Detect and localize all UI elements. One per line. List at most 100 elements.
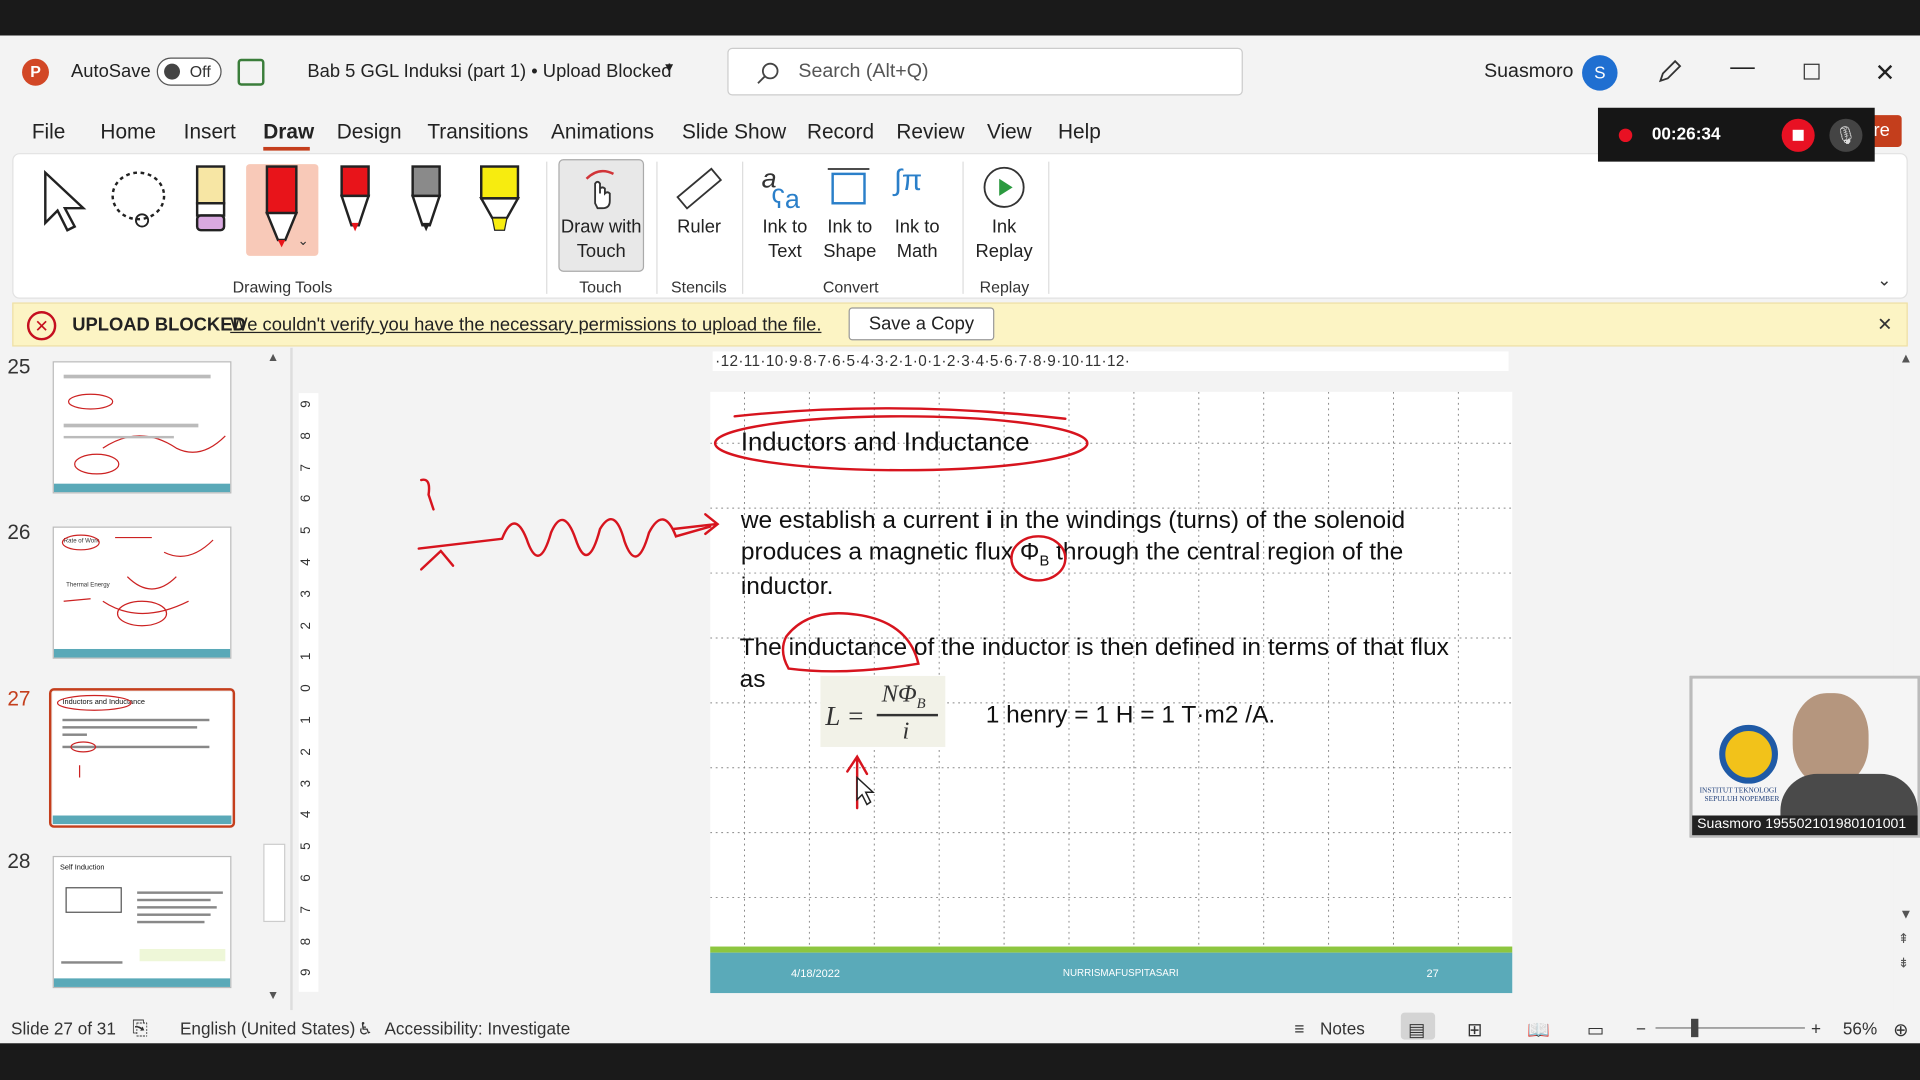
spell-check-icon[interactable]: ⎘ — [132, 1019, 148, 1041]
slide-number-26: 26 — [7, 520, 31, 544]
slide-thumbnail-26[interactable]: Rate of Work Thermal Energy — [52, 526, 232, 659]
ribbon-collapse-chevron-icon[interactable]: ⌄ — [1877, 269, 1891, 290]
next-slide-icon[interactable]: ⇟ — [1898, 955, 1909, 971]
ink-to-text-button[interactable]: Ink to Text — [756, 216, 815, 265]
tab-file[interactable]: File — [32, 120, 66, 144]
tab-home[interactable]: Home — [100, 120, 156, 144]
vertical-ruler-label: 2 — [298, 621, 314, 629]
fit-to-window-icon[interactable]: ⊕ — [1893, 1019, 1908, 1041]
vertical-ruler-label: 3 — [298, 779, 314, 787]
zoom-level[interactable]: 56% — [1843, 1019, 1877, 1039]
vertical-ruler-label: 2 — [298, 747, 314, 756]
thumbnail-scroll-thumb[interactable] — [263, 843, 286, 923]
user-name[interactable]: Suasmoro — [1484, 61, 1573, 83]
slide-thumbnail-25[interactable] — [52, 361, 232, 494]
tab-transitions[interactable]: Transitions — [427, 120, 528, 144]
webcam-overlay: INSTITUT TEKNOLOGI SEPULUH NOPEMBER Suas… — [1689, 675, 1920, 838]
ruler-icon[interactable] — [675, 164, 724, 213]
pen-icon[interactable] — [1656, 56, 1685, 85]
powerpoint-logo-icon: P — [22, 58, 49, 86]
close-icon[interactable]: ✕ — [1875, 58, 1896, 89]
accessibility-icon: ♿ — [357, 1018, 373, 1039]
tab-draw[interactable]: Draw — [263, 120, 314, 144]
autosave-toggle[interactable]: Off — [156, 57, 222, 86]
ink-replay-button[interactable]: Ink Replay — [972, 216, 1036, 265]
ink-to-text-icon-b: ʕa — [771, 183, 800, 215]
slide-show-icon[interactable]: ▭ — [1587, 1019, 1604, 1041]
thumb-scroll-down-icon[interactable]: ▼ — [267, 989, 279, 1002]
gray-pencil-icon[interactable] — [409, 164, 443, 235]
language-status[interactable]: English (United States) — [180, 1019, 355, 1039]
ink-replay-icon[interactable] — [981, 164, 1028, 211]
red-pen-2-icon[interactable] — [338, 164, 372, 235]
search-icon — [757, 62, 779, 84]
document-title[interactable]: Bab 5 GGL Induksi (part 1) • Upload Bloc… — [307, 61, 671, 82]
pen-dropdown-icon[interactable]: ⌄ — [298, 233, 309, 249]
toggle-state: Off — [189, 62, 211, 81]
slide-thumbnail-28[interactable]: Self Induction — [52, 855, 232, 989]
ink-to-math-button[interactable]: Ink to Math — [884, 216, 950, 265]
footer-author: NURRISMAFUSPITASARI — [1062, 967, 1179, 979]
thumb-sketch — [56, 694, 210, 778]
vertical-ruler-label: 7 — [298, 905, 314, 914]
slide-sorter-icon[interactable]: ⊞ — [1467, 1019, 1482, 1041]
save-a-copy-button[interactable]: Save a Copy — [848, 307, 995, 341]
title-chevron-down-icon[interactable]: ▼ — [662, 61, 675, 76]
ink-to-shape-button[interactable]: Ink to Shape — [820, 216, 879, 265]
vertical-ruler-label: 8 — [298, 431, 314, 440]
zoom-slider-handle[interactable] — [1691, 1018, 1699, 1038]
avatar[interactable]: S — [1582, 55, 1618, 91]
thumb-sketch — [61, 534, 214, 627]
canvas-scroll-down-icon[interactable]: ▼ — [1899, 907, 1912, 922]
tab-design[interactable]: Design — [337, 120, 402, 144]
slide-counter: Slide 27 of 31 — [11, 1018, 116, 1039]
upload-blocked-message[interactable]: We couldn't verify you have the necessar… — [230, 315, 821, 336]
zoom-slider[interactable] — [1655, 1027, 1805, 1029]
ink-to-shape-icon[interactable] — [825, 164, 872, 213]
webcam-name: Suasmoro 195502101980101001 — [1697, 816, 1907, 832]
draw-with-touch-label: Draw with Touch — [560, 216, 642, 263]
ruler-button[interactable]: Ruler — [677, 216, 721, 240]
dismiss-bar-close-icon[interactable]: ✕ — [1877, 313, 1892, 336]
ink-to-math-icon[interactable]: ∫π — [894, 164, 922, 198]
accessibility-status[interactable]: Accessibility: Investigate — [384, 1019, 570, 1039]
vertical-ruler-label: 1 — [298, 653, 314, 661]
notes-button[interactable]: Notes — [1320, 1019, 1365, 1039]
slide-thumbnail-27[interactable]: Inductors and Inductance — [52, 691, 232, 825]
horizontal-ruler-labels: ·12·11·10·9·8·7·6·5·4·3·2·1·0·1·2·3·4·5·… — [715, 352, 1131, 370]
zoom-in-icon[interactable]: + — [1811, 1019, 1821, 1039]
mute-icon[interactable]: 🎙 — [1829, 118, 1863, 152]
minimize-icon[interactable]: — — [1730, 54, 1754, 82]
zoom-out-icon[interactable]: − — [1636, 1019, 1646, 1039]
thumb-scroll-up-icon[interactable]: ▲ — [267, 351, 279, 364]
reading-view-icon[interactable]: 📖 — [1527, 1019, 1550, 1041]
vertical-ruler-labels: 9 8 7 6 5 4 3 2 1 0 1 2 3 4 5 6 7 8 9 — [299, 397, 319, 992]
error-circle-icon: ✕ — [26, 311, 57, 341]
previous-slide-icon[interactable]: ⇞ — [1898, 931, 1909, 947]
eraser-pencil-icon[interactable] — [193, 164, 227, 235]
tab-review[interactable]: Review — [896, 120, 964, 144]
footer-date: 4/18/2022 — [791, 967, 841, 980]
save-icon[interactable] — [237, 58, 265, 86]
ribbon-separator — [546, 161, 548, 294]
bottom-black-bar — [0, 1043, 1920, 1080]
lasso-select-icon[interactable] — [108, 169, 177, 233]
select-arrow-icon[interactable] — [39, 169, 88, 233]
stop-recording-button[interactable] — [1781, 118, 1815, 152]
highlighter-icon[interactable] — [478, 164, 522, 235]
tab-slide-show[interactable]: Slide Show — [682, 120, 786, 144]
tab-view[interactable]: View — [987, 120, 1032, 144]
tab-insert[interactable]: Insert — [184, 120, 236, 144]
tab-animations[interactable]: Animations — [551, 120, 654, 144]
ink-annotations — [417, 407, 1089, 810]
active-tab-underline — [263, 146, 310, 151]
vertical-ruler-label: 5 — [298, 842, 314, 851]
pane-divider[interactable] — [290, 347, 293, 1011]
red-pen-icon[interactable] — [261, 164, 303, 252]
restore-icon[interactable] — [1803, 63, 1820, 80]
tab-record[interactable]: Record — [807, 120, 874, 144]
vertical-ruler-label: 7 — [298, 463, 314, 472]
canvas-scroll-up-icon[interactable]: ▲ — [1899, 351, 1912, 366]
tab-help[interactable]: Help — [1058, 120, 1101, 144]
search-box[interactable]: Search (Alt+Q) — [727, 47, 1243, 96]
